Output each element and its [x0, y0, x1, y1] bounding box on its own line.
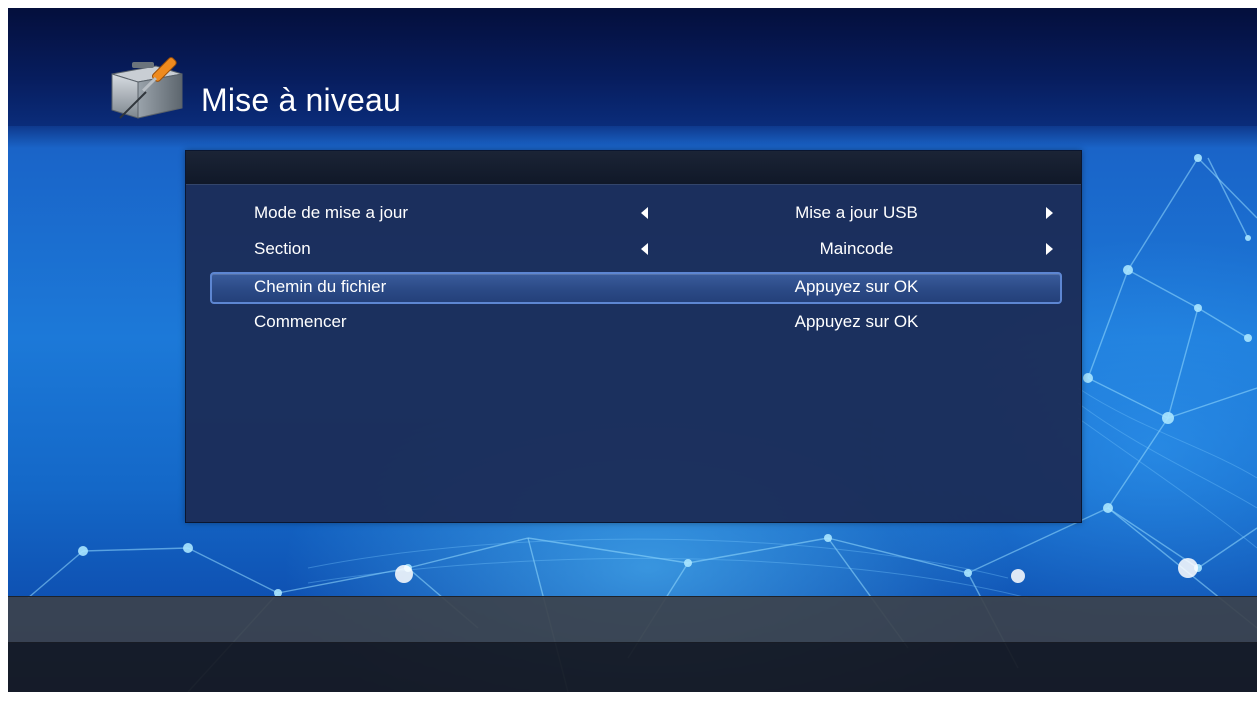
menu-row-file-path[interactable]: Chemin du fichier Appuyez sur OK	[210, 272, 1062, 304]
menu-row-label: Commencer	[254, 312, 347, 331]
menu-row-label: Chemin du fichier	[254, 277, 387, 296]
menu-row-value: Mise a jour USB	[795, 203, 918, 222]
menu-row-update-mode[interactable]: Mode de mise a jour Mise a jour USB	[210, 199, 1058, 229]
menu-row-value: Appuyez sur OK	[794, 312, 919, 331]
arrow-left-icon[interactable]	[641, 243, 648, 255]
tv-screen: Mise à niveau Mode de mise a jour Mise a…	[8, 8, 1257, 692]
menu-row-value: Appuyez sur OK	[794, 277, 919, 296]
menu-row-start[interactable]: Commencer Appuyez sur OK	[210, 308, 1058, 338]
footer-bar-bottom	[8, 642, 1257, 692]
arrow-right-icon[interactable]	[1046, 207, 1053, 219]
panel-header-bar	[186, 151, 1081, 185]
utility-toolbox-icon	[111, 57, 183, 119]
arrow-left-icon[interactable]	[641, 207, 648, 219]
menu-row-section[interactable]: Section Maincode	[210, 235, 1058, 265]
footer-bar-top	[8, 596, 1257, 643]
menu-row-label: Section	[254, 239, 311, 258]
arrow-right-icon[interactable]	[1046, 243, 1053, 255]
menu-panel: Mode de mise a jour Mise a jour USB Sect…	[185, 150, 1082, 523]
menu-row-label: Mode de mise a jour	[254, 203, 409, 222]
page-title: Mise à niveau	[201, 82, 402, 118]
menu-row-value: Maincode	[819, 239, 894, 258]
